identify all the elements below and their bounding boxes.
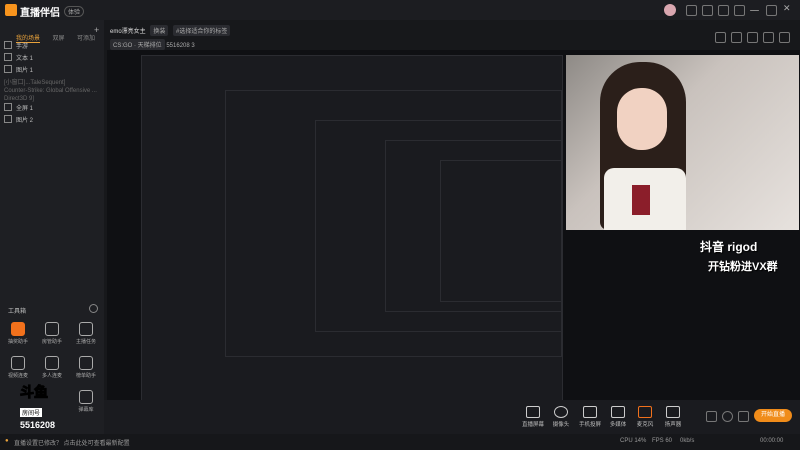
screen-capture-button[interactable]: 直播屏幕 bbox=[520, 406, 546, 428]
stream-tag[interactable]: #选择适合你的标签 bbox=[173, 25, 231, 36]
eye-icon[interactable] bbox=[4, 41, 12, 49]
version-badge[interactable]: 体验 bbox=[64, 6, 85, 17]
live-timer: 00:00:00 bbox=[760, 438, 784, 444]
vx-overlay: 开钻粉进VX群 bbox=[708, 261, 778, 273]
eye-icon[interactable] bbox=[4, 65, 12, 73]
user-avatar[interactable] bbox=[664, 4, 676, 16]
stream-uid: 5516208 bbox=[166, 43, 190, 49]
more-tools-icon[interactable] bbox=[89, 304, 98, 313]
gear-icon[interactable] bbox=[738, 411, 749, 422]
lock-icon[interactable] bbox=[731, 32, 742, 43]
tool-video-link[interactable]: 视频连麦 bbox=[4, 356, 32, 379]
gift-icon bbox=[11, 322, 25, 336]
camera-icon bbox=[554, 406, 568, 418]
play-icon bbox=[611, 406, 625, 418]
tool-streamer-task[interactable]: 主播任务 bbox=[72, 322, 100, 345]
minimize-icon[interactable] bbox=[750, 10, 759, 11]
streamer-face bbox=[617, 88, 667, 150]
add-scene-icon[interactable]: + bbox=[94, 25, 99, 35]
record-icon[interactable] bbox=[706, 411, 717, 422]
bitrate-value: 0kb/s bbox=[680, 438, 695, 444]
menu-icon[interactable] bbox=[686, 5, 697, 16]
tool-lottery[interactable]: 抽奖助手 bbox=[4, 322, 32, 345]
warning-icon: ● bbox=[5, 438, 9, 444]
layout-icon[interactable] bbox=[763, 32, 774, 43]
status-bar: ● 直播设置已修改？ 点击此处可查看最新配置 CPU 14% FPS 60 0k… bbox=[0, 434, 800, 450]
viewer-count: 3 bbox=[191, 43, 195, 49]
start-live-button[interactable]: 开始直播 bbox=[754, 409, 792, 422]
close-icon[interactable]: ✕ bbox=[783, 3, 791, 14]
source-item[interactable]: 全屏 1 bbox=[4, 102, 100, 112]
task-icon bbox=[79, 322, 93, 336]
skin-icon[interactable] bbox=[734, 5, 745, 16]
stream-category[interactable]: CS:GO · 天梯排位 bbox=[110, 39, 165, 50]
source-item[interactable]: [小窗口]...TaleSequent] bbox=[4, 76, 100, 86]
tool-room-admin[interactable]: 房管助手 bbox=[38, 322, 66, 345]
users-icon bbox=[45, 356, 59, 370]
room-number: 5516208 bbox=[20, 420, 56, 430]
monitor-icon bbox=[526, 406, 540, 418]
camera-button[interactable]: 摄像头 bbox=[548, 406, 574, 428]
refresh-icon[interactable] bbox=[747, 32, 758, 43]
douyu-logo-text: 斗鱼 bbox=[20, 384, 49, 401]
eye-icon[interactable] bbox=[4, 103, 12, 111]
multimedia-button[interactable]: 多媒体 bbox=[605, 406, 631, 428]
toolbox-label: 工具箱 bbox=[8, 309, 27, 315]
video-icon bbox=[11, 356, 25, 370]
mic-icon bbox=[638, 406, 652, 418]
speaker-button[interactable]: 扬声器 bbox=[660, 406, 686, 428]
streamer-tie bbox=[632, 185, 650, 215]
room-label: 房间号 bbox=[20, 408, 43, 417]
maximize-icon[interactable] bbox=[766, 5, 777, 16]
microphone-button[interactable]: 麦克风 bbox=[632, 406, 658, 428]
tiktok-overlay: 抖音 rigod bbox=[700, 240, 758, 254]
lock-icon[interactable] bbox=[4, 115, 12, 123]
recursive-capture bbox=[440, 160, 562, 302]
status-warning[interactable]: 直播设置已修改？ 点击此处可查看最新配置 bbox=[14, 438, 130, 447]
volume-icon[interactable] bbox=[722, 411, 733, 422]
source-item[interactable]: 手游 bbox=[4, 40, 100, 50]
app-logo-text: 直播伴侣 bbox=[20, 8, 60, 19]
speaker-icon bbox=[666, 406, 680, 418]
user-icon bbox=[45, 322, 59, 336]
source-item[interactable]: 图片 2 bbox=[4, 114, 100, 124]
douyu-room-overlay: 斗鱼 房间号 5516208 bbox=[20, 382, 90, 431]
eye-icon[interactable] bbox=[4, 53, 12, 61]
share-icon[interactable] bbox=[715, 32, 726, 43]
tool-multi-link[interactable]: 多人连麦 bbox=[38, 356, 66, 379]
phone-icon bbox=[583, 406, 597, 418]
message-icon[interactable] bbox=[718, 5, 729, 16]
bottom-toolbar bbox=[104, 400, 800, 434]
ranking-icon bbox=[79, 356, 93, 370]
fullscreen-icon[interactable] bbox=[779, 32, 790, 43]
source-item[interactable]: 文本 1 bbox=[4, 52, 100, 62]
cpu-usage: CPU 14% bbox=[620, 438, 647, 444]
source-item[interactable]: 图片 1 bbox=[4, 64, 100, 74]
stream-tag[interactable]: 换装 bbox=[150, 25, 169, 36]
tool-ranking[interactable]: 榜单助手 bbox=[72, 356, 100, 379]
phone-cast-button[interactable]: 手机投屏 bbox=[577, 406, 603, 428]
settings-icon[interactable] bbox=[702, 5, 713, 16]
app-logo-icon bbox=[5, 4, 17, 16]
title-bar bbox=[0, 0, 800, 20]
fps-value: FPS 60 bbox=[652, 438, 673, 444]
stream-title[interactable]: emo漂亮女主 bbox=[110, 29, 146, 35]
stream-meta: emo漂亮女主 换装 #选择适合你的标签 CS:GO · 天梯排位 551620… bbox=[110, 25, 231, 50]
